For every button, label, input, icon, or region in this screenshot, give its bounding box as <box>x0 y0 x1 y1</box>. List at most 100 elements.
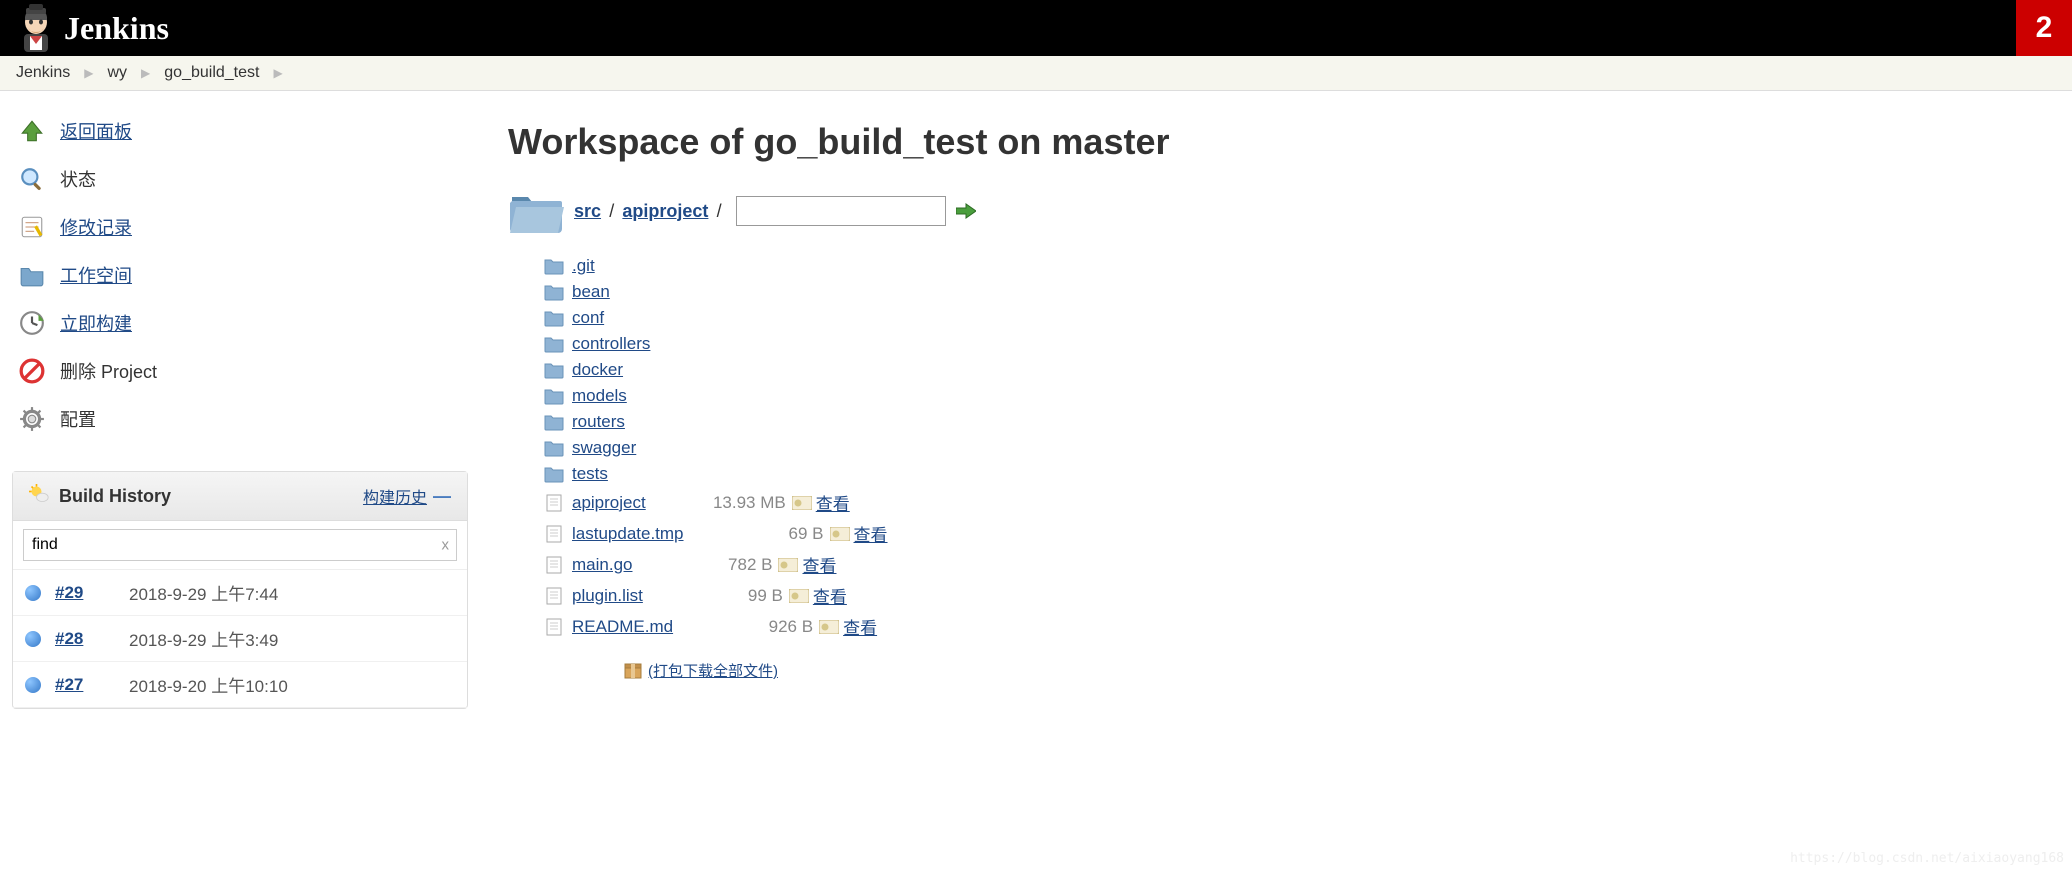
file-row[interactable]: lastupdate.tmp 69 B 查看 <box>544 518 2072 549</box>
folder-small-icon <box>544 361 564 379</box>
breadcrumb-item[interactable]: go_build_test <box>164 64 259 82</box>
search-icon <box>18 165 46 193</box>
download-all[interactable]: (打包下载全部文件) <box>624 660 2072 681</box>
file-row[interactable]: README.md 926 B 查看 <box>544 611 2072 642</box>
build-time: 2018-9-20 上午10:10 <box>129 672 288 697</box>
file-row[interactable]: plugin.list 99 B 查看 <box>544 580 2072 611</box>
folder-row[interactable]: bean <box>544 279 2072 305</box>
path-segment[interactable]: apiproject <box>622 201 708 221</box>
status-ball-icon <box>25 585 41 601</box>
view-link[interactable]: 查看 <box>816 490 850 515</box>
folder-small-icon <box>544 335 564 353</box>
task-label[interactable]: 返回面板 <box>60 118 132 144</box>
folder-row[interactable]: models <box>544 383 2072 409</box>
build-history-panel: Build History 构建历史 — x #29 2018-9-29 上午7… <box>12 471 468 709</box>
build-number[interactable]: #29 <box>55 583 115 603</box>
file-list: .git bean conf controllers docker models… <box>544 253 2072 681</box>
document-icon <box>544 556 564 574</box>
top-header: Jenkins 2 <box>0 0 2072 56</box>
path-segment[interactable]: src <box>574 201 601 221</box>
task-label[interactable]: 状态 <box>60 166 96 192</box>
folder-row[interactable]: swagger <box>544 435 2072 461</box>
task-label[interactable]: 修改记录 <box>60 214 132 240</box>
sidebar-configure[interactable]: 配置 <box>12 395 468 443</box>
folder-name[interactable]: docker <box>572 360 623 380</box>
task-label[interactable]: 配置 <box>60 406 96 432</box>
folder-name[interactable]: routers <box>572 412 625 432</box>
file-size: 782 B <box>652 555 772 575</box>
sidebar: 返回面板 状态 修改记录 工作空间 立即构建 <box>0 91 480 725</box>
task-label[interactable]: 删除 Project <box>60 358 157 384</box>
folder-row[interactable]: tests <box>544 461 2072 487</box>
file-size: 926 B <box>693 617 813 637</box>
folder-name[interactable]: swagger <box>572 438 636 458</box>
sidebar-workspace[interactable]: 工作空间 <box>12 251 468 299</box>
file-name[interactable]: lastupdate.tmp <box>572 524 684 544</box>
build-number[interactable]: #28 <box>55 629 115 649</box>
sidebar-build-now[interactable]: 立即构建 <box>12 299 468 347</box>
folder-icon <box>18 261 46 289</box>
file-row[interactable]: apiproject 13.93 MB 查看 <box>544 487 2072 518</box>
folder-small-icon <box>544 387 564 405</box>
status-ball-icon <box>25 677 41 693</box>
breadcrumb-item[interactable]: Jenkins <box>16 64 70 82</box>
jenkins-logo[interactable]: Jenkins <box>16 4 169 52</box>
folder-small-icon <box>544 283 564 301</box>
view-link[interactable]: 查看 <box>813 583 847 608</box>
build-row[interactable]: #29 2018-9-29 上午7:44 <box>13 570 467 616</box>
chevron-right-icon: ▶ <box>84 66 93 80</box>
folder-name[interactable]: models <box>572 386 627 406</box>
build-history-search-input[interactable] <box>23 529 457 561</box>
task-label[interactable]: 工作空间 <box>60 262 132 288</box>
folder-small-icon <box>544 439 564 457</box>
build-history-header: Build History 构建历史 — <box>13 472 467 521</box>
file-size: 69 B <box>704 524 824 544</box>
sidebar-delete-project[interactable]: 删除 Project <box>12 347 468 395</box>
clear-icon[interactable]: x <box>442 537 450 554</box>
file-name[interactable]: main.go <box>572 555 632 575</box>
view-link[interactable]: 查看 <box>854 521 888 546</box>
file-name[interactable]: plugin.list <box>572 586 643 606</box>
folder-row[interactable]: conf <box>544 305 2072 331</box>
folder-name[interactable]: conf <box>572 308 604 328</box>
view-link[interactable]: 查看 <box>802 552 836 577</box>
folder-row[interactable]: controllers <box>544 331 2072 357</box>
file-row[interactable]: main.go 782 B 查看 <box>544 549 2072 580</box>
view-link[interactable]: 查看 <box>843 614 877 639</box>
folder-small-icon <box>544 257 564 275</box>
collapse-icon[interactable]: — <box>433 486 451 507</box>
gear-icon <box>18 405 46 433</box>
clock-icon <box>18 309 46 337</box>
file-name[interactable]: README.md <box>572 617 673 637</box>
sidebar-status[interactable]: 状态 <box>12 155 468 203</box>
go-arrow-icon[interactable] <box>956 203 976 219</box>
sun-icon <box>29 484 49 508</box>
download-all-link[interactable]: (打包下载全部文件) <box>648 660 778 681</box>
fingerprint-icon <box>778 558 798 572</box>
jenkins-icon <box>16 4 56 52</box>
alert-badge[interactable]: 2 <box>2016 0 2072 56</box>
sidebar-back-to-dashboard[interactable]: 返回面板 <box>12 107 468 155</box>
folder-name[interactable]: controllers <box>572 334 650 354</box>
folder-row[interactable]: .git <box>544 253 2072 279</box>
file-name[interactable]: apiproject <box>572 493 646 513</box>
breadcrumb-item[interactable]: wy <box>107 64 127 82</box>
sidebar-changes[interactable]: 修改记录 <box>12 203 468 251</box>
page-title: Workspace of go_build_test on master <box>508 121 2072 163</box>
build-number[interactable]: #27 <box>55 675 115 695</box>
folder-name[interactable]: bean <box>572 282 610 302</box>
task-label[interactable]: 立即构建 <box>60 310 132 336</box>
build-row[interactable]: #27 2018-9-20 上午10:10 <box>13 662 467 708</box>
folder-name[interactable]: tests <box>572 464 608 484</box>
path-input[interactable] <box>736 196 946 226</box>
folder-name[interactable]: .git <box>572 256 595 276</box>
path-separator: / <box>609 201 614 221</box>
folder-open-icon <box>508 187 564 235</box>
folder-row[interactable]: routers <box>544 409 2072 435</box>
notepad-icon <box>18 213 46 241</box>
package-icon <box>624 663 642 679</box>
build-history-trend-link[interactable]: 构建历史 <box>363 484 427 508</box>
build-row[interactable]: #28 2018-9-29 上午3:49 <box>13 616 467 662</box>
build-time: 2018-9-29 上午7:44 <box>129 580 278 605</box>
folder-row[interactable]: docker <box>544 357 2072 383</box>
